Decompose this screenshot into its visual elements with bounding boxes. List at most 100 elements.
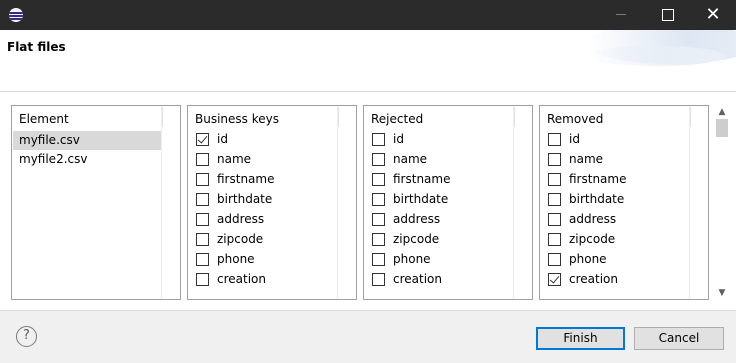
checkbox[interactable] <box>548 193 561 206</box>
checkbox[interactable] <box>196 213 209 226</box>
checkbox[interactable] <box>196 253 209 266</box>
rejected-checkbox-row[interactable]: zipcode <box>372 231 522 249</box>
checkbox-label: id <box>393 132 404 146</box>
removed-checkbox-row[interactable]: phone <box>548 251 698 269</box>
removed-checkbox-row[interactable]: address <box>548 211 698 229</box>
cancel-button[interactable]: Cancel <box>634 327 724 350</box>
checkbox-label: address <box>217 212 265 226</box>
checkbox-label: id <box>217 132 228 146</box>
scrollbar-thumb[interactable] <box>716 119 728 137</box>
checkbox-label: birthdate <box>393 192 449 206</box>
checkbox[interactable] <box>372 213 385 226</box>
checkbox-label: id <box>569 132 580 146</box>
checkbox-label: name <box>393 152 428 166</box>
rejected-checkbox-row[interactable]: creation <box>372 271 522 289</box>
checkbox[interactable] <box>372 233 385 246</box>
checkbox[interactable] <box>372 193 385 206</box>
checkbox[interactable] <box>196 273 209 286</box>
business-keys-checkbox-row[interactable]: birthdate <box>196 191 346 209</box>
checkbox-label: firstname <box>569 172 627 186</box>
checkbox[interactable] <box>196 173 209 186</box>
business-keys-checkbox-row[interactable]: zipcode <box>196 231 346 249</box>
checkbox-label: creation <box>393 272 442 286</box>
checkbox-label: address <box>569 212 617 226</box>
checkbox[interactable] <box>372 133 385 146</box>
checkbox[interactable] <box>548 133 561 146</box>
removed-checkbox-row[interactable]: zipcode <box>548 231 698 249</box>
element-column-header: Element <box>19 112 69 126</box>
removed-checkbox-row[interactable]: firstname <box>548 171 698 189</box>
checkbox-checked[interactable] <box>196 133 209 146</box>
content-area: Element myfile.csv myfile2.csv Business … <box>0 92 736 310</box>
checkbox-label: zipcode <box>217 232 264 246</box>
checkbox[interactable] <box>196 153 209 166</box>
checkbox-checked[interactable] <box>548 273 561 286</box>
vertical-scrollbar[interactable]: ▲ ▼ <box>714 105 730 300</box>
rejected-checkbox-row[interactable]: address <box>372 211 522 229</box>
checkbox-label: phone <box>569 252 607 266</box>
header-decoration-accent <box>586 46 726 66</box>
checkbox-label: creation <box>217 272 266 286</box>
business-keys-checkbox-row[interactable]: name <box>196 151 346 169</box>
dialog-footer: ? Finish Cancel <box>0 310 736 363</box>
rejected-checkbox-row[interactable]: firstname <box>372 171 522 189</box>
removed-checkbox-row[interactable]: birthdate <box>548 191 698 209</box>
checkbox-label: firstname <box>393 172 451 186</box>
eclipse-app-icon[interactable] <box>9 8 23 22</box>
list-item-myfile2[interactable]: myfile2.csv <box>13 150 161 169</box>
checkbox[interactable] <box>372 253 385 266</box>
rejected-checkbox-row[interactable]: name <box>372 151 522 169</box>
business-keys-checkbox-row[interactable]: phone <box>196 251 346 269</box>
scroll-up-icon[interactable]: ▲ <box>714 105 730 119</box>
finish-button[interactable]: Finish <box>536 327 625 350</box>
checkbox[interactable] <box>196 193 209 206</box>
checkbox-label: birthdate <box>217 192 273 206</box>
removed-checkbox-row[interactable]: id <box>548 131 698 149</box>
business-keys-checkbox-row[interactable]: id <box>196 131 346 149</box>
checkbox[interactable] <box>372 273 385 286</box>
checkbox-label: phone <box>217 252 255 266</box>
removed-checkbox-row[interactable]: name <box>548 151 698 169</box>
rejected-checkbox-row[interactable]: id <box>372 131 522 149</box>
business-keys-column-header: Business keys <box>195 112 279 126</box>
minimize-icon[interactable] <box>598 0 644 30</box>
removed-panel: Removed id name firstname birthdate address z… <box>539 105 709 300</box>
close-icon[interactable]: ✕ <box>690 0 736 30</box>
checkbox-label: birthdate <box>569 192 625 206</box>
checkbox[interactable] <box>372 173 385 186</box>
checkbox[interactable] <box>548 233 561 246</box>
column-divider <box>690 107 691 127</box>
business-keys-checkbox-row[interactable]: creation <box>196 271 346 289</box>
removed-checkbox-row[interactable]: creation <box>548 271 698 289</box>
column-divider <box>338 107 339 127</box>
rejected-checkbox-row[interactable]: phone <box>372 251 522 269</box>
business-keys-checkbox-row[interactable]: firstname <box>196 171 346 189</box>
maximize-icon[interactable] <box>644 0 690 30</box>
help-icon[interactable]: ? <box>16 326 37 347</box>
scroll-down-icon[interactable]: ▼ <box>714 286 730 300</box>
checkbox[interactable] <box>548 153 561 166</box>
checkbox-label: zipcode <box>569 232 616 246</box>
column-divider <box>514 107 515 127</box>
page-title: Flat files <box>7 40 66 54</box>
checkbox[interactable] <box>372 153 385 166</box>
column-divider <box>162 107 163 127</box>
checkbox[interactable] <box>548 253 561 266</box>
element-panel: Element myfile.csv myfile2.csv <box>11 105 181 300</box>
title-bar: ✕ <box>0 0 736 30</box>
checkbox-label: zipcode <box>393 232 440 246</box>
business-keys-panel: Business keys id name firstname birthdate ad… <box>187 105 357 300</box>
rejected-column-header: Rejected <box>371 112 424 126</box>
checkbox[interactable] <box>548 213 561 226</box>
checkbox[interactable] <box>196 233 209 246</box>
checkbox-label: name <box>217 152 252 166</box>
list-item-myfile[interactable]: myfile.csv <box>13 131 161 150</box>
rejected-checkbox-row[interactable]: birthdate <box>372 191 522 209</box>
rejected-panel: Rejected id name firstname birthdate address… <box>363 105 533 300</box>
checkbox[interactable] <box>548 173 561 186</box>
checkbox-label: firstname <box>217 172 275 186</box>
business-keys-checkbox-row[interactable]: address <box>196 211 346 229</box>
checkbox-label: creation <box>569 272 618 286</box>
removed-column-header: Removed <box>547 112 604 126</box>
checkbox-label: address <box>393 212 441 226</box>
